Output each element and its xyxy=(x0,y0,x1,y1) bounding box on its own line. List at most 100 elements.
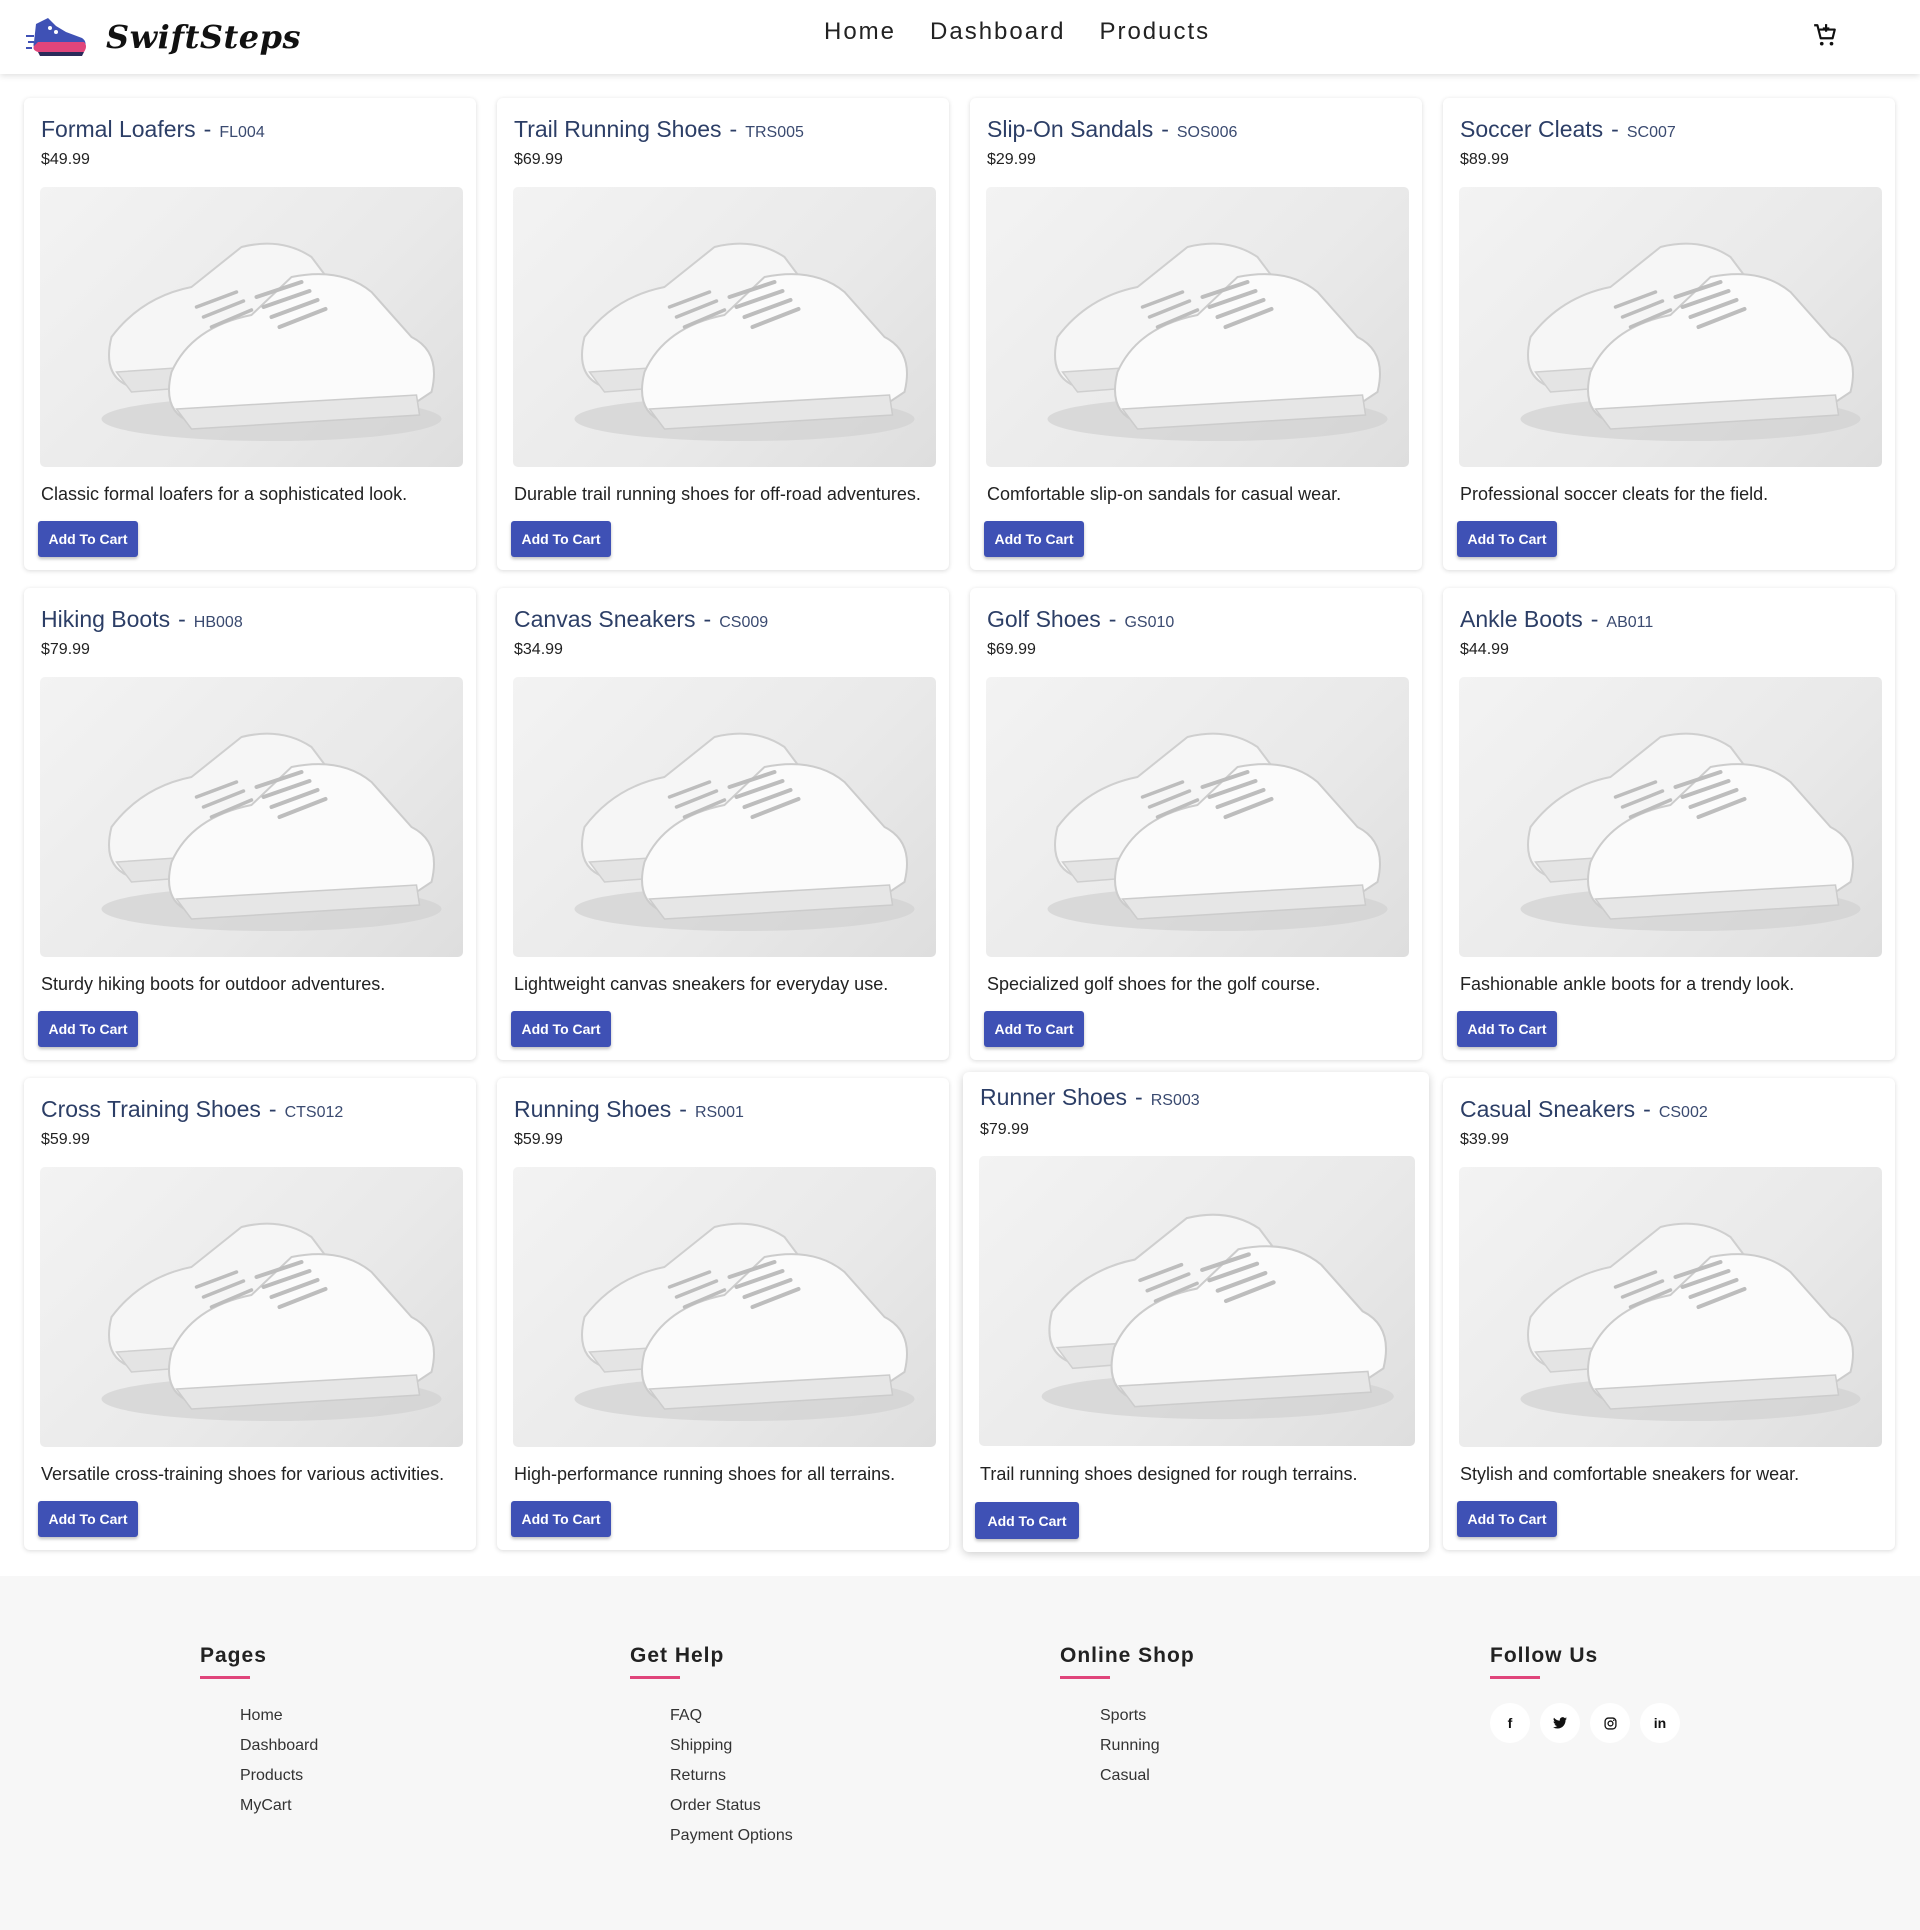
footer-link-payment-options[interactable]: Payment Options xyxy=(670,1821,793,1851)
product-sku: AB011 xyxy=(1606,614,1654,631)
product-name: Slip-On Sandals xyxy=(987,116,1154,142)
footer-help-column: Get Help FAQ Shipping Returns Order Stat… xyxy=(630,1644,793,1851)
add-to-cart-button[interactable]: Add To Cart xyxy=(38,1011,138,1047)
footer-link-mycart[interactable]: MyCart xyxy=(240,1791,318,1821)
sneaker-image-icon xyxy=(574,1222,915,1421)
product-price: $69.99 xyxy=(514,151,563,168)
product-price: $69.99 xyxy=(987,641,1036,658)
footer-pages-column: Pages Home Dashboard Products MyCart xyxy=(200,1644,318,1821)
heading-underline xyxy=(1060,1676,1110,1679)
title-separator: - xyxy=(1161,116,1169,142)
product-image xyxy=(979,1156,1415,1446)
product-name: Canvas Sneakers xyxy=(514,606,696,632)
product-sku: SC007 xyxy=(1626,124,1676,141)
nav-dashboard-link[interactable]: Dashboard xyxy=(930,18,1065,46)
footer-link-products[interactable]: Products xyxy=(240,1761,318,1791)
heading-underline xyxy=(200,1676,250,1679)
sneaker-image-icon xyxy=(101,242,442,441)
facebook-icon[interactable]: f xyxy=(1490,1703,1530,1743)
product-image xyxy=(40,1167,463,1447)
instagram-icon[interactable] xyxy=(1590,1703,1630,1743)
footer-link-running[interactable]: Running xyxy=(1100,1731,1195,1761)
footer-link-shipping[interactable]: Shipping xyxy=(670,1731,793,1761)
product-price: $79.99 xyxy=(41,641,90,658)
footer-link-casual[interactable]: Casual xyxy=(1100,1761,1195,1791)
add-to-cart-button[interactable]: Add To Cart xyxy=(1457,1501,1557,1537)
product-price: $49.99 xyxy=(41,151,90,168)
add-to-cart-button[interactable]: Add To Cart xyxy=(1457,1011,1557,1047)
footer-link-returns[interactable]: Returns xyxy=(670,1761,793,1791)
product-name: Formal Loafers xyxy=(41,116,196,142)
sneaker-image-icon xyxy=(574,732,915,931)
product-sku: SOS006 xyxy=(1176,124,1238,141)
product-card: Runner Shoes - RS003 $79.99 Trail running sh… xyxy=(963,1072,1429,1552)
footer-link-home[interactable]: Home xyxy=(240,1701,318,1731)
product-title: Soccer Cleats - SC007 xyxy=(1460,116,1676,143)
add-to-cart-button[interactable]: Add To Cart xyxy=(984,1011,1084,1047)
product-description: Professional soccer cleats for the field… xyxy=(1460,484,1769,504)
footer-pages-heading: Pages xyxy=(200,1644,267,1667)
product-title: Running Shoes - RS001 xyxy=(514,1096,744,1123)
top-navbar: SwiftSteps Home Dashboard Products xyxy=(0,0,1920,74)
product-description: Stylish and comfortable sneakers for wea… xyxy=(1460,1464,1800,1484)
product-image xyxy=(513,677,936,957)
add-to-cart-button[interactable]: Add To Cart xyxy=(511,521,611,557)
product-image xyxy=(986,677,1409,957)
product-card: Canvas Sneakers - CS009 $34.99 Lightweight c… xyxy=(497,588,949,1060)
product-card: Golf Shoes - GS010 $69.99 Specialized golf s… xyxy=(970,588,1422,1060)
sneaker-image-icon xyxy=(101,732,442,931)
product-name: Hiking Boots xyxy=(41,606,171,632)
product-card: Formal Loafers - FL004 $49.99 Classic formal… xyxy=(24,98,476,570)
title-separator: - xyxy=(1108,606,1117,632)
product-name: Golf Shoes xyxy=(987,606,1101,632)
product-card: Running Shoes - RS001 $59.99 High-performanc… xyxy=(497,1078,949,1550)
add-to-cart-button[interactable]: Add To Cart xyxy=(511,1501,611,1537)
product-image xyxy=(1459,677,1882,957)
add-to-cart-button[interactable]: Add To Cart xyxy=(38,521,138,557)
title-separator: - xyxy=(1135,1084,1143,1110)
twitter-icon[interactable] xyxy=(1540,1703,1580,1743)
footer-link-order-status[interactable]: Order Status xyxy=(670,1791,793,1821)
linkedin-icon[interactable]: in xyxy=(1640,1703,1680,1743)
product-image xyxy=(513,187,936,467)
title-separator: - xyxy=(1611,116,1619,142)
product-price: $59.99 xyxy=(514,1131,563,1148)
nav-home-link[interactable]: Home xyxy=(824,18,896,46)
product-name: Cross Training Shoes xyxy=(41,1096,261,1122)
product-description: Comfortable slip-on sandals for casual w… xyxy=(987,484,1342,504)
product-card: Slip-On Sandals - SOS006 $29.99 Comfortable … xyxy=(970,98,1422,570)
title-separator: - xyxy=(729,116,738,142)
product-image xyxy=(40,187,463,467)
add-to-cart-button[interactable]: Add To Cart xyxy=(1457,521,1557,557)
footer-follow-heading: Follow Us xyxy=(1490,1644,1599,1667)
heading-underline xyxy=(630,1676,680,1679)
title-separator: - xyxy=(679,1096,687,1122)
product-name: Runner Shoes xyxy=(980,1084,1128,1110)
nav-products-link[interactable]: Products xyxy=(1099,18,1210,46)
footer-link-faq[interactable]: FAQ xyxy=(670,1701,793,1731)
product-image xyxy=(986,187,1409,467)
brand-name: SwiftSteps xyxy=(106,18,301,56)
add-to-cart-button[interactable]: Add To Cart xyxy=(984,521,1084,557)
product-title: Runner Shoes - RS003 xyxy=(980,1084,1200,1111)
add-to-cart-button[interactable]: Add To Cart xyxy=(38,1501,138,1537)
title-separator: - xyxy=(1643,1096,1651,1122)
product-title: Casual Sneakers - CS002 xyxy=(1460,1096,1708,1123)
product-image xyxy=(1459,1167,1882,1447)
product-sku: TRS005 xyxy=(745,124,804,141)
brand-logo[interactable]: SwiftSteps xyxy=(26,12,301,62)
product-name: Ankle Boots xyxy=(1460,606,1583,632)
product-sku: CS002 xyxy=(1658,1104,1708,1121)
product-card: Hiking Boots - HB008 $79.99 Sturdy hiking bo… xyxy=(24,588,476,1060)
product-description: Classic formal loafers for a sophisticat… xyxy=(41,484,408,504)
product-sku: RS001 xyxy=(694,1104,744,1121)
product-description: Versatile cross-training shoes for vario… xyxy=(41,1464,445,1484)
product-description: Durable trail running shoes for off-road… xyxy=(514,484,921,504)
product-description: Trail running shoes designed for rough t… xyxy=(980,1464,1358,1484)
footer-follow-column: Follow Us f in xyxy=(1490,1644,1680,1743)
cart-icon[interactable] xyxy=(1812,22,1838,48)
add-to-cart-button[interactable]: Add To Cart xyxy=(511,1011,611,1047)
add-to-cart-button[interactable]: Add To Cart xyxy=(975,1502,1079,1539)
footer-link-dashboard[interactable]: Dashboard xyxy=(240,1731,318,1761)
footer-link-sports[interactable]: Sports xyxy=(1100,1701,1195,1731)
